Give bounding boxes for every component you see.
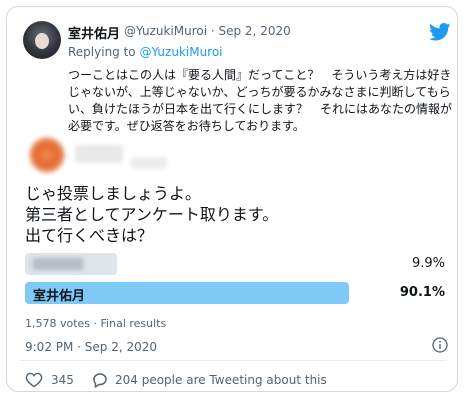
reply-mention-link[interactable]: @YuzukiMuroi: [139, 45, 222, 59]
divider: [19, 360, 447, 361]
avatar[interactable]: [23, 21, 61, 59]
poll-meta: 1,578 votes · Final results: [25, 317, 167, 330]
like-count[interactable]: 345: [51, 373, 74, 387]
tweet-card: 室井佑月 @YuzukiMuroi · Sep 2, 2020 Replying…: [6, 6, 458, 392]
poll-option-2-label: 室井佑月: [33, 289, 86, 304]
blurred-name: [75, 145, 123, 163]
twitter-bird-icon[interactable]: [429, 23, 451, 41]
author-name[interactable]: 室井佑月: [68, 23, 120, 42]
tweeting-about-link[interactable]: 204 people are Tweeting about this: [115, 373, 327, 387]
info-icon[interactable]: [432, 337, 448, 353]
reply-icon[interactable]: [91, 371, 109, 389]
replying-prefix: Replying to: [68, 45, 140, 59]
reply-context-text: つーことはこの人は『要る人間』だってこと？ そういう考え方は好きじゃないが、上等…: [68, 68, 453, 133]
poll-option-1-label-blurred: [33, 258, 83, 270]
heart-icon[interactable]: [25, 372, 43, 388]
avatar-face: [35, 33, 49, 49]
poll-option-2: 室井佑月 90.1%: [25, 282, 445, 304]
replying-to: Replying to @YuzukiMuroi: [68, 45, 223, 59]
poll-option-1: 9.9%: [25, 253, 445, 275]
poll-option-1-percent: 9.9%: [411, 256, 445, 271]
tweet-timestamp[interactable]: 9:02 PM · Sep 2, 2020: [25, 340, 157, 354]
blurred-handle: [131, 157, 167, 169]
author-handle-date[interactable]: @YuzukiMuroi · Sep 2, 2020: [124, 24, 291, 38]
tweet-body: じゃ投票しましょうよ。 第三者としてアンケート取ります。 出て行くべきは？: [25, 184, 279, 245]
blurred-avatar: [29, 137, 65, 173]
poll-option-2-percent: 90.1%: [399, 285, 445, 300]
